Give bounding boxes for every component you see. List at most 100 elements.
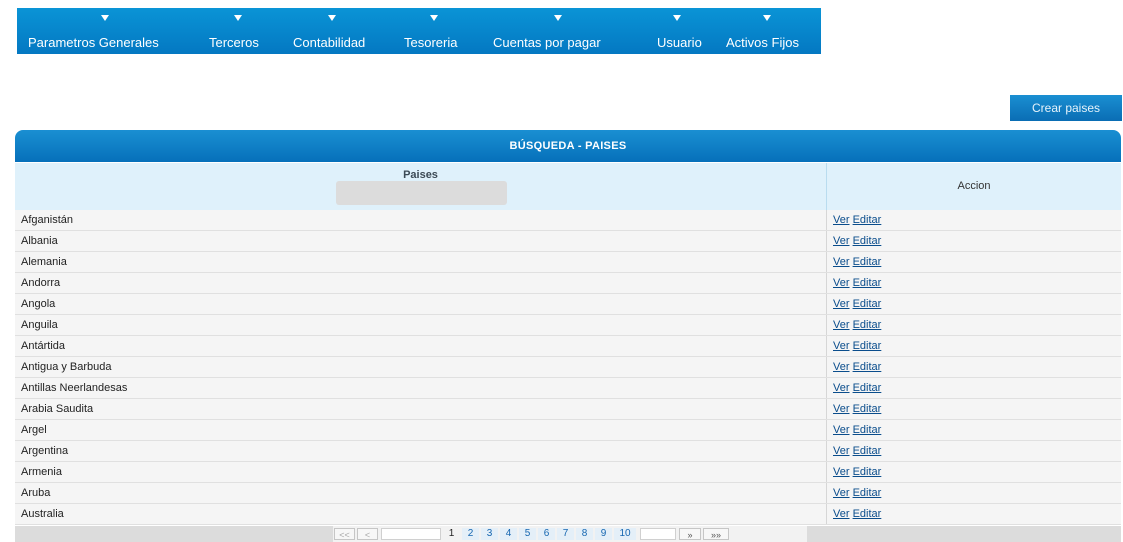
page-jump-input-left[interactable] (381, 528, 441, 540)
table-row: Anguila Ver Editar (15, 315, 1121, 336)
row-actions: Ver Editar (833, 298, 881, 310)
column-divider (826, 441, 827, 461)
row-actions: Ver Editar (833, 256, 881, 268)
country-name: Australia (21, 508, 64, 520)
nav-label: Cuentas por pagar (493, 35, 601, 50)
edit-link[interactable]: Editar (853, 340, 882, 352)
edit-link[interactable]: Editar (853, 403, 882, 415)
table-row: Alemania Ver Editar (15, 252, 1121, 273)
caret-down-icon (554, 15, 562, 21)
nav-label: Tesoreria (404, 35, 458, 50)
first-page-button[interactable]: << (334, 528, 355, 540)
caret-down-icon (234, 15, 242, 21)
page-9[interactable]: 9 (595, 528, 612, 540)
row-actions: Ver Editar (833, 235, 881, 247)
table-row: Armenia Ver Editar (15, 462, 1121, 483)
page-1[interactable]: 1 (443, 528, 460, 540)
create-country-button[interactable]: Crear paises (1010, 95, 1122, 121)
page-2[interactable]: 2 (462, 528, 479, 540)
pagination-bar: << < 1 2 3 4 5 6 7 8 9 10 » »» (15, 526, 1121, 542)
column-divider (826, 231, 827, 251)
country-name: Albania (21, 235, 58, 247)
view-link[interactable]: Ver (833, 466, 850, 478)
table-row: Antigua y Barbuda Ver Editar (15, 357, 1121, 378)
country-name: Andorra (21, 277, 61, 289)
nav-label: Activos Fijos (726, 35, 799, 50)
edit-link[interactable]: Editar (853, 277, 882, 289)
edit-link[interactable]: Editar (853, 424, 882, 436)
view-link[interactable]: Ver (833, 403, 850, 415)
nav-label: Usuario (657, 35, 702, 50)
view-link[interactable]: Ver (833, 508, 850, 520)
top-nav-bar: Parametros Generales Terceros Contabilid… (17, 8, 821, 54)
nav-label: Terceros (209, 35, 259, 50)
table-header: Paises Accion (15, 163, 1121, 211)
view-link[interactable]: Ver (833, 340, 850, 352)
edit-link[interactable]: Editar (853, 487, 882, 499)
view-link[interactable]: Ver (833, 235, 850, 247)
row-actions: Ver Editar (833, 424, 881, 436)
column-divider (826, 336, 827, 356)
caret-down-icon (101, 15, 109, 21)
row-actions: Ver Editar (833, 445, 881, 457)
table-row: Antillas Neerlandesas Ver Editar (15, 378, 1121, 399)
edit-link[interactable]: Editar (853, 382, 882, 394)
view-link[interactable]: Ver (833, 277, 850, 289)
country-name: Afganistán (21, 214, 73, 226)
edit-link[interactable]: Editar (853, 319, 882, 331)
column-divider (826, 420, 827, 440)
next-page-button[interactable]: » (679, 528, 701, 540)
column-header-paises: Paises (15, 163, 827, 210)
column-divider (826, 378, 827, 398)
column-divider (826, 504, 827, 524)
caret-down-icon (763, 15, 771, 21)
edit-link[interactable]: Editar (853, 235, 882, 247)
edit-link[interactable]: Editar (853, 256, 882, 268)
page-4[interactable]: 4 (500, 528, 517, 540)
page-3[interactable]: 3 (481, 528, 498, 540)
country-name: Antigua y Barbuda (21, 361, 112, 373)
view-link[interactable]: Ver (833, 298, 850, 310)
view-link[interactable]: Ver (833, 382, 850, 394)
row-actions: Ver Editar (833, 403, 881, 415)
edit-link[interactable]: Editar (853, 445, 882, 457)
column-divider (826, 315, 827, 335)
page-7[interactable]: 7 (557, 528, 574, 540)
page-8[interactable]: 8 (576, 528, 593, 540)
view-link[interactable]: Ver (833, 256, 850, 268)
row-actions: Ver Editar (833, 382, 881, 394)
search-panel: BÚSQUEDA - PAISES Paises Accion Afganist… (15, 130, 1121, 542)
row-actions: Ver Editar (833, 214, 881, 226)
country-name: Argentina (21, 445, 69, 457)
edit-link[interactable]: Editar (853, 508, 882, 520)
column-divider (826, 273, 827, 293)
row-actions: Ver Editar (833, 361, 881, 373)
column-divider (826, 252, 827, 272)
page-10[interactable]: 10 (614, 528, 636, 540)
prev-page-button[interactable]: < (357, 528, 378, 540)
view-link[interactable]: Ver (833, 361, 850, 373)
view-link[interactable]: Ver (833, 445, 850, 457)
page-5[interactable]: 5 (519, 528, 536, 540)
view-link[interactable]: Ver (833, 424, 850, 436)
column-divider (826, 294, 827, 314)
view-link[interactable]: Ver (833, 487, 850, 499)
last-page-button[interactable]: »» (703, 528, 729, 540)
country-filter-input[interactable] (336, 181, 507, 205)
edit-link[interactable]: Editar (853, 466, 882, 478)
view-link[interactable]: Ver (833, 319, 850, 331)
row-actions: Ver Editar (833, 487, 881, 499)
page-jump-input-right[interactable] (640, 528, 676, 540)
edit-link[interactable]: Editar (853, 298, 882, 310)
country-name: Arabia Saudita (21, 403, 94, 415)
column-divider (826, 357, 827, 377)
view-link[interactable]: Ver (833, 214, 850, 226)
country-name: Antártida (21, 340, 66, 352)
table-row: Argel Ver Editar (15, 420, 1121, 441)
edit-link[interactable]: Editar (853, 361, 882, 373)
page-6[interactable]: 6 (538, 528, 555, 540)
edit-link[interactable]: Editar (853, 214, 882, 226)
country-name: Aruba (21, 487, 51, 499)
column-divider (826, 462, 827, 482)
table-row: Argentina Ver Editar (15, 441, 1121, 462)
